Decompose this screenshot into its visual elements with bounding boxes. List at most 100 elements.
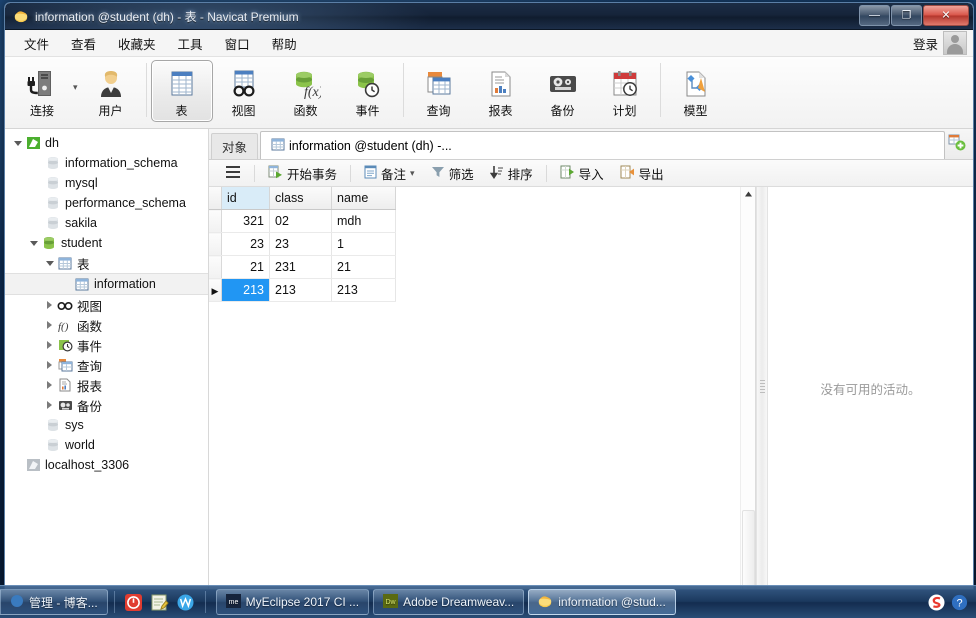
sidebar-item-tables[interactable]: 表 — [5, 253, 208, 273]
column-header-name[interactable]: name — [331, 187, 396, 210]
menu-view[interactable]: 查看 — [60, 30, 107, 57]
word-icon[interactable] — [173, 589, 199, 615]
notepad-icon[interactable] — [147, 589, 173, 615]
cell-class[interactable]: 02 — [269, 209, 332, 233]
toolbar-function[interactable]: f(x) 函数 — [275, 60, 337, 122]
menu-file[interactable]: 文件 — [13, 30, 60, 57]
filter-button[interactable]: 筛选 — [423, 161, 482, 186]
row-indicator[interactable] — [209, 209, 222, 233]
toolbar-connection[interactable]: 连接 — [11, 60, 73, 122]
cell-id[interactable]: 23 — [221, 232, 270, 256]
sidebar-item-dh[interactable]: dh — [5, 133, 208, 153]
grid-vertical-scrollbar[interactable] — [740, 187, 755, 589]
cell-id[interactable]: 21 — [221, 255, 270, 279]
taskbar-item-dreamweaver[interactable]: Dw Adobe Dreamweav... — [373, 589, 525, 615]
sidebar-item-student[interactable]: student — [5, 233, 208, 253]
toolbar-schedule[interactable]: 计划 — [594, 60, 656, 122]
twisty-closed-icon[interactable] — [43, 341, 56, 349]
maximize-button[interactable]: ❐ — [891, 5, 922, 26]
avatar[interactable] — [943, 31, 967, 55]
export-button[interactable]: 导出 — [612, 161, 672, 186]
toolbar-backup[interactable]: 备份 — [532, 60, 594, 122]
twisty-closed-icon[interactable] — [43, 381, 56, 389]
new-tab-icon[interactable] — [945, 132, 969, 154]
table-row[interactable]: 21 231 21 — [209, 255, 396, 279]
column-header-class[interactable]: class — [269, 187, 332, 210]
scrollbar-track[interactable] — [742, 201, 755, 510]
twisty-open-icon[interactable] — [11, 141, 24, 146]
sidebar-item-mysql[interactable]: mysql — [5, 173, 208, 193]
menu-help[interactable]: 帮助 — [261, 30, 308, 57]
tab-information-table[interactable]: information @student (dh) -... — [260, 131, 945, 159]
cell-class[interactable]: 213 — [269, 278, 332, 302]
import-button[interactable]: 导入 — [552, 161, 612, 186]
twisty-closed-icon[interactable] — [43, 361, 56, 369]
sidebar-item-sys[interactable]: sys — [5, 415, 208, 435]
sidebar-item-localhost_3306[interactable]: localhost_3306 — [5, 455, 208, 475]
cell-class[interactable]: 231 — [269, 255, 332, 279]
toolbar-user[interactable]: 用户 — [80, 60, 142, 122]
tab-objects[interactable]: 对象 — [211, 133, 259, 159]
table-row[interactable]: ▶ 213 213 213 — [209, 278, 396, 302]
grid-menu-button[interactable] — [217, 162, 249, 185]
sidebar-item-sakila[interactable]: sakila — [5, 213, 208, 233]
sidebar-item-performance_schema[interactable]: performance_schema — [5, 193, 208, 213]
sidebar-item-reports[interactable]: 报表 — [5, 375, 208, 395]
menu-window[interactable]: 窗口 — [214, 30, 261, 57]
panel-splitter[interactable] — [756, 187, 768, 589]
sidebar-item-backups[interactable]: 备份 — [5, 395, 208, 415]
twisty-open-icon[interactable] — [43, 261, 56, 266]
cell-name[interactable]: 1 — [331, 232, 396, 256]
toolbar-query[interactable]: 查询 — [408, 60, 470, 122]
sogou-icon[interactable] — [928, 594, 945, 611]
taskbar-item-myeclipse[interactable]: me MyEclipse 2017 CI ... — [215, 589, 370, 615]
row-indicator[interactable] — [209, 255, 222, 279]
media-player-icon[interactable] — [121, 589, 147, 615]
scrollbar-thumb[interactable] — [741, 510, 755, 589]
toolbar-model[interactable]: 模型 — [665, 60, 727, 122]
cell-name[interactable]: mdh — [331, 209, 396, 233]
column-header-id[interactable]: id — [221, 187, 270, 210]
row-indicator[interactable]: ▶ — [209, 278, 222, 302]
close-button[interactable]: ✕ — [923, 5, 969, 26]
object-tree[interactable]: dh information_schema mysql performance_… — [5, 129, 209, 589]
minimize-button[interactable]: — — [859, 5, 890, 26]
sidebar-item-views[interactable]: 视图 — [5, 295, 208, 315]
twisty-closed-icon[interactable] — [43, 401, 56, 409]
table-row[interactable]: 23 23 1 — [209, 232, 396, 256]
cell-class[interactable]: 23 — [269, 232, 332, 256]
login-area[interactable]: 登录 — [913, 31, 967, 55]
toolbar-view[interactable]: 视图 — [213, 60, 275, 122]
sort-button[interactable]: 排序 — [482, 161, 541, 186]
cell-name[interactable]: 21 — [331, 255, 396, 279]
connection-dropdown-arrow[interactable]: ▾ — [73, 82, 78, 93]
row-indicator[interactable] — [209, 232, 222, 256]
sidebar-item-functions[interactable]: f() 函数 — [5, 315, 208, 335]
toolbar-event[interactable]: 事件 — [337, 60, 399, 122]
twisty-closed-icon[interactable] — [43, 321, 56, 329]
toolbar-table[interactable]: 表 — [150, 60, 213, 122]
toolbar-report[interactable]: 报表 — [470, 60, 532, 122]
scroll-up-arrow-icon[interactable] — [742, 187, 755, 201]
note-button[interactable]: 备注 ▾ — [356, 161, 423, 186]
cell-id[interactable]: 213 — [221, 278, 270, 302]
taskbar-item-blog[interactable]: 管理 - 博客... — [0, 589, 108, 615]
menu-favorites[interactable]: 收藏夹 — [107, 30, 167, 57]
cell-id[interactable]: 321 — [221, 209, 270, 233]
sidebar-item-events[interactable]: 事件 — [5, 335, 208, 355]
sidebar-item-information[interactable]: information — [5, 273, 208, 295]
taskbar-item-navicat[interactable]: information @stud... — [528, 589, 676, 615]
table-row[interactable]: 321 02 mdh — [209, 209, 396, 233]
sidebar-item-world[interactable]: world — [5, 435, 208, 455]
menu-tools[interactable]: 工具 — [167, 30, 214, 57]
result-grid[interactable]: id class name 321 02 mdh 23 23 1 21 231 … — [209, 187, 740, 589]
splitter-grip[interactable] — [760, 380, 765, 395]
chevron-down-icon[interactable]: ▾ — [410, 168, 415, 179]
cell-name[interactable]: 213 — [331, 278, 396, 302]
sidebar-item-information_schema[interactable]: information_schema — [5, 153, 208, 173]
twisty-open-icon[interactable] — [27, 241, 40, 246]
begin-transaction-button[interactable]: 开始事务 — [260, 161, 345, 186]
sidebar-item-queries[interactable]: 查询 — [5, 355, 208, 375]
twisty-closed-icon[interactable] — [43, 301, 56, 309]
help-icon[interactable]: ? — [951, 594, 968, 611]
